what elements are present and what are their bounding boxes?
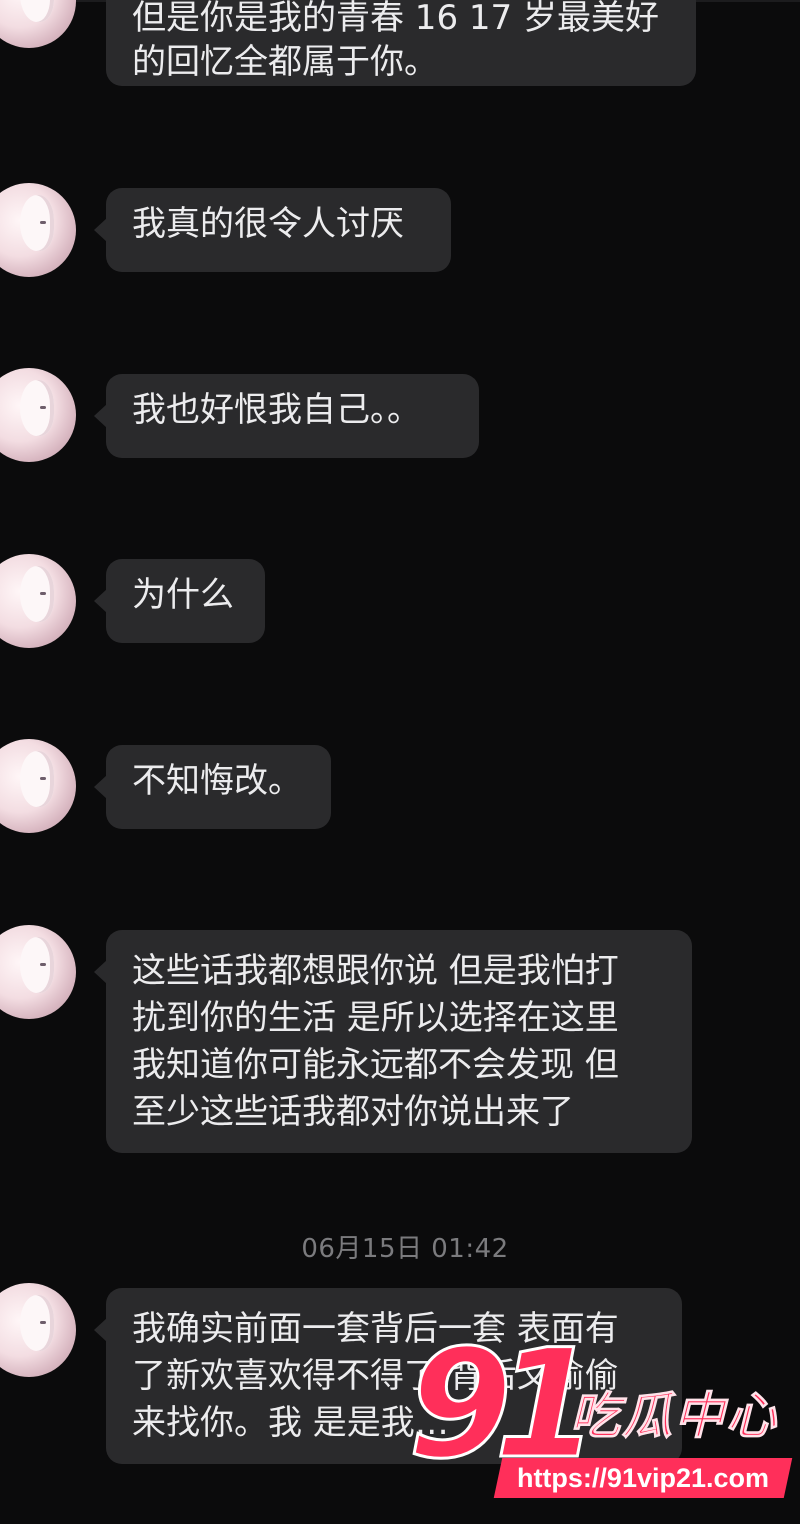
- message-line: 这些话我都想跟你说 但是我怕打: [132, 951, 619, 991]
- watermark-logo: 91 吃瓜中心 https://91vip21.com: [407, 1329, 793, 1510]
- message-bubble[interactable]: 这些话我都想跟你说 但是我怕打 扰到你的生活 是所以选择在这里 我知道你可能永远…: [94, 930, 692, 1153]
- contact-avatar[interactable]: [0, 0, 76, 48]
- message-line: 我知道你可能永远都不会发现 但: [132, 1045, 619, 1085]
- contact-avatar[interactable]: [0, 183, 76, 277]
- message-bubble[interactable]: 但是你是我的青春 16 17 岁最美好 的回忆全都属于你。: [106, 0, 696, 86]
- message-bubble[interactable]: 我真的很令人讨厌: [94, 188, 451, 272]
- watermark-url-badge: https://91vip21.com: [493, 1458, 793, 1498]
- contact-avatar[interactable]: [0, 368, 76, 462]
- message-bubble[interactable]: 不知悔改。: [94, 745, 331, 829]
- message-line: 至少这些话我都对你说出来了: [132, 1092, 574, 1132]
- message-timestamp: 06月15日 01:42: [301, 1234, 509, 1264]
- contact-avatar[interactable]: [0, 554, 76, 648]
- watermark-url: https://91vip21.com: [516, 1463, 770, 1493]
- message-line: 但是你是我的青春 16 17 岁最美好: [132, 0, 659, 38]
- watermark-brand: 吃瓜中心: [570, 1387, 778, 1446]
- message-line: 扰到你的生活 是所以选择在这里: [132, 998, 619, 1038]
- contact-avatar[interactable]: [0, 1283, 76, 1377]
- message-line: 为什么: [132, 575, 234, 615]
- message-line: 我也好恨我自己。。: [132, 390, 421, 430]
- message-line: 的回忆全都属于你。: [132, 42, 438, 82]
- contact-avatar[interactable]: [0, 739, 76, 833]
- contact-avatar[interactable]: [0, 925, 76, 1019]
- message-line: 我真的很令人讨厌: [132, 204, 404, 244]
- message-bubble[interactable]: 我也好恨我自己。。: [94, 374, 479, 458]
- message-bubble[interactable]: 为什么: [94, 559, 265, 643]
- message-line: 不知悔改。: [132, 761, 302, 801]
